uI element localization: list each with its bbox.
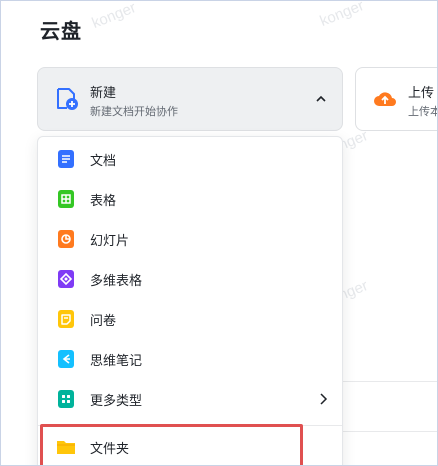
menu-item-label: 幻灯片 xyxy=(90,234,130,249)
new-card-subtitle: 新建文档开始协作 xyxy=(90,105,178,118)
menu-item-label: 表格 xyxy=(90,194,117,209)
list-divider xyxy=(341,381,437,382)
bitable-icon xyxy=(58,270,74,288)
chevron-up-icon[interactable] xyxy=(314,92,328,106)
list-divider xyxy=(341,431,437,432)
menu-item-label: 更多类型 xyxy=(90,394,143,409)
menu-item-mindnote[interactable]: 思维笔记 xyxy=(38,339,342,379)
slides-icon xyxy=(58,230,74,248)
menu-item-label: 文档 xyxy=(90,154,117,169)
upload-card-subtitle: 上传本地文件 xyxy=(408,105,438,118)
more-types-icon xyxy=(58,390,74,408)
new-document-card[interactable]: 新建 新建文档开始协作 xyxy=(37,67,343,131)
form-icon xyxy=(58,310,74,328)
menu-item-sheet[interactable]: 表格 xyxy=(38,179,342,219)
folder-highlight-box xyxy=(40,424,303,465)
upload-card[interactable]: 上传 上传本地文件 xyxy=(355,67,438,131)
menu-item-label: 思维笔记 xyxy=(90,354,143,369)
chevron-right-icon xyxy=(320,393,328,405)
menu-item-form[interactable]: 问卷 xyxy=(38,299,342,339)
cloud-upload-icon xyxy=(374,92,396,106)
mindnote-icon xyxy=(58,350,74,368)
app-frame: konger konger konger konger konger konge… xyxy=(0,0,438,466)
watermark: konger xyxy=(317,0,367,30)
upload-card-title: 上传 xyxy=(408,86,435,101)
menu-item-label: 多维表格 xyxy=(90,274,143,289)
sheet-icon xyxy=(58,190,74,208)
menu-item-bitable[interactable]: 多维表格 xyxy=(38,259,342,299)
menu-item-doc[interactable]: 文档 xyxy=(38,139,342,179)
watermark: konger xyxy=(89,0,139,32)
new-dropdown-menu: 文档 表格 幻灯片 多维表格 问卷 思维笔记 更多类型 文件夹 xyxy=(37,136,343,465)
menu-item-label: 问卷 xyxy=(90,314,117,329)
menu-item-slides[interactable]: 幻灯片 xyxy=(38,219,342,259)
new-card-title: 新建 xyxy=(90,86,117,101)
new-file-icon xyxy=(57,88,78,110)
menu-item-more-types[interactable]: 更多类型 xyxy=(38,379,342,419)
page-title: 云盘 xyxy=(40,19,82,43)
doc-icon xyxy=(58,150,74,168)
